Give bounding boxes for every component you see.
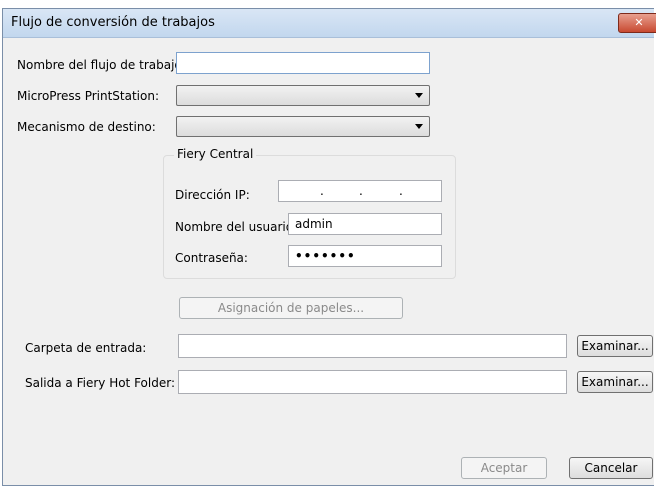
input-folder-label: Carpeta de entrada: — [25, 341, 147, 355]
ip-separator: . — [399, 184, 403, 198]
username-label: Nombre del usuario: — [175, 220, 298, 234]
printstation-select[interactable] — [176, 85, 430, 106]
workflow-name-input[interactable] — [176, 52, 430, 74]
fiery-central-title: Fiery Central — [174, 147, 257, 161]
title-bar: Flujo de conversión de trabajos ✕ — [3, 9, 656, 38]
output-folder-browse-button[interactable]: Examinar... — [577, 371, 653, 393]
output-folder-field[interactable] — [178, 370, 567, 394]
close-button[interactable]: ✕ — [618, 13, 656, 33]
close-icon: ✕ — [634, 16, 644, 29]
chevron-down-icon — [415, 93, 423, 98]
username-input[interactable]: admin — [288, 213, 442, 235]
input-folder-field[interactable] — [178, 334, 567, 358]
printstation-label: MicroPress PrintStation: — [17, 89, 160, 103]
input-folder-browse-button[interactable]: Examinar... — [577, 335, 653, 357]
chevron-down-icon — [415, 124, 423, 129]
fiery-central-group: Fiery Central Dirección IP: . . . Nombre… — [163, 147, 456, 279]
destination-label: Mecanismo de destino: — [17, 120, 156, 134]
ip-label: Dirección IP: — [175, 188, 250, 202]
password-label: Contraseña: — [175, 251, 248, 265]
destination-select[interactable] — [176, 116, 430, 137]
dialog-window: Flujo de conversión de trabajos ✕ Nombre… — [2, 8, 656, 486]
password-input[interactable]: ••••••• — [288, 245, 442, 267]
output-folder-label: Salida a Fiery Hot Folder: — [25, 376, 175, 390]
ip-separator: . — [320, 184, 324, 198]
cancel-button[interactable]: Cancelar — [569, 457, 653, 479]
ip-separator: . — [359, 184, 363, 198]
ip-address-input[interactable]: . . . — [278, 180, 442, 202]
dialog-title: Flujo de conversión de trabajos — [11, 15, 215, 30]
accept-button[interactable]: Aceptar — [461, 457, 547, 479]
paper-assignment-button[interactable]: Asignación de papeles... — [179, 297, 403, 319]
workflow-name-label: Nombre del flujo de trabajo: — [17, 58, 186, 72]
